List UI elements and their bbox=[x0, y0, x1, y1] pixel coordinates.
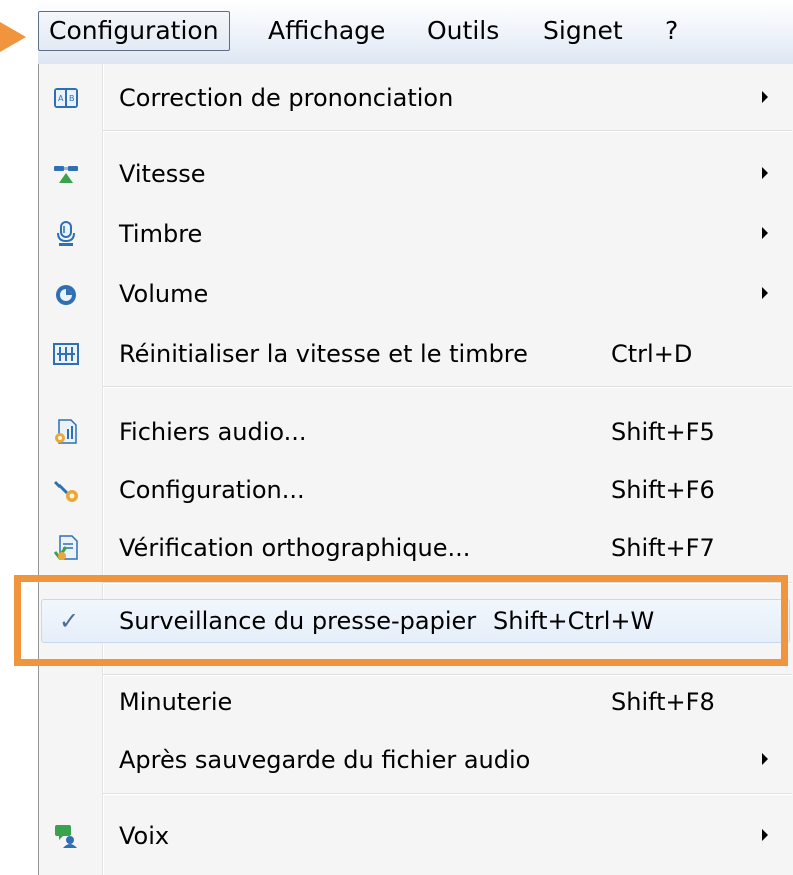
shortcut-label: Ctrl+D bbox=[611, 340, 693, 368]
menu-affichage[interactable]: Affichage bbox=[258, 13, 395, 49]
menu-item-configuration[interactable]: Configuration... Shift+F6 bbox=[39, 464, 792, 516]
highlight-annotation-box bbox=[14, 575, 788, 666]
submenu-arrow-icon bbox=[762, 829, 768, 841]
audio-file-icon bbox=[55, 419, 77, 444]
menu-item-reinitialiser[interactable]: Réinitialiser la vitesse et le timbre Ct… bbox=[39, 328, 792, 380]
submenu-arrow-icon bbox=[762, 753, 768, 765]
menu-item-label: Minuterie bbox=[119, 688, 233, 716]
submenu-arrow-icon bbox=[762, 287, 768, 299]
menu-item-correction-prononciation[interactable]: A B Correction de prononciation bbox=[39, 72, 792, 124]
menu-item-label: Timbre bbox=[119, 220, 203, 248]
svg-text:B: B bbox=[69, 94, 75, 103]
menu-signet[interactable]: Signet bbox=[533, 13, 633, 49]
menu-item-label: Réinitialiser la vitesse et le timbre bbox=[119, 340, 528, 368]
menu-outils[interactable]: Outils bbox=[417, 13, 509, 49]
menu-item-label: Volume bbox=[119, 280, 209, 308]
menu-item-verification-orthographique[interactable]: Vérification orthographique... Shift+F7 bbox=[39, 522, 792, 574]
menu-item-volume[interactable]: Volume bbox=[39, 268, 792, 320]
svg-text:A: A bbox=[58, 94, 64, 103]
spellcheck-icon bbox=[53, 535, 78, 560]
menu-help[interactable]: ? bbox=[655, 13, 688, 49]
menu-separator bbox=[103, 130, 792, 132]
pointer-arrow-annotation bbox=[0, 22, 26, 52]
menu-item-label: Correction de prononciation bbox=[119, 84, 454, 112]
menu-separator bbox=[103, 386, 792, 388]
volume-icon bbox=[56, 285, 76, 305]
menu-item-voix[interactable]: Voix bbox=[39, 810, 792, 862]
configuration-dropdown-menu: A B Correction de prononciation Vitesse … bbox=[38, 64, 793, 875]
menu-configuration[interactable]: Configuration bbox=[38, 11, 230, 51]
shortcut-label: Shift+F7 bbox=[611, 534, 715, 562]
submenu-arrow-icon bbox=[762, 167, 768, 179]
shortcut-label: Shift+F8 bbox=[611, 688, 715, 716]
menu-item-label: Fichiers audio... bbox=[119, 418, 307, 446]
menu-item-vitesse[interactable]: Vitesse bbox=[39, 148, 792, 200]
dictionary-icon: A B bbox=[54, 88, 78, 108]
menu-item-label: Vérification orthographique... bbox=[119, 534, 471, 562]
equalizer-icon bbox=[53, 343, 79, 365]
menu-separator bbox=[103, 793, 792, 795]
menu-item-label: Après sauvegarde du fichier audio bbox=[119, 746, 531, 774]
menu-item-label: Configuration... bbox=[119, 476, 305, 504]
menu-item-fichiers-audio[interactable]: Fichiers audio... Shift+F5 bbox=[39, 406, 792, 458]
menu-bar: Configuration Affichage Outils Signet ? bbox=[38, 0, 793, 65]
shortcut-label: Shift+F6 bbox=[611, 476, 715, 504]
shortcut-label: Shift+F5 bbox=[611, 418, 715, 446]
menu-item-apres-sauvegarde[interactable]: Après sauvegarde du fichier audio bbox=[39, 734, 792, 786]
menu-item-label: Vitesse bbox=[119, 160, 206, 188]
menu-item-timbre[interactable]: Timbre bbox=[39, 208, 792, 260]
menu-item-minuterie[interactable]: Minuterie Shift+F8 bbox=[39, 676, 792, 728]
menu-item-label: Voix bbox=[119, 822, 170, 850]
submenu-arrow-icon bbox=[762, 227, 768, 239]
microphone-icon bbox=[57, 221, 75, 246]
tools-icon bbox=[54, 481, 78, 502]
speed-icon bbox=[54, 166, 78, 183]
submenu-arrow-icon bbox=[762, 91, 768, 103]
voice-icon bbox=[55, 825, 77, 848]
